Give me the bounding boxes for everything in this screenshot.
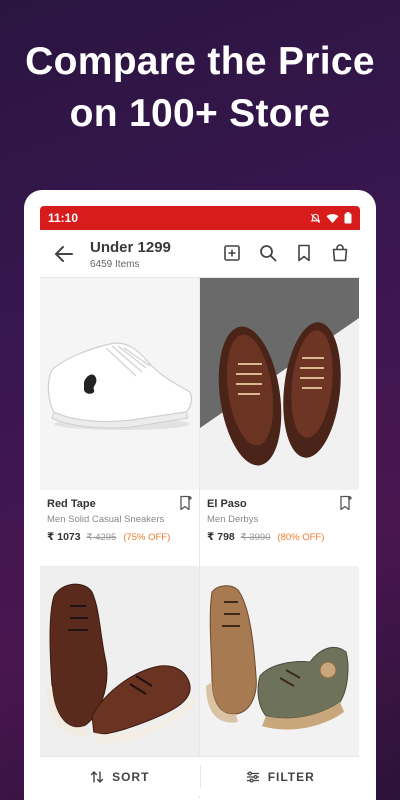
item-count: 6459 Items [90,259,140,270]
product-image[interactable] [40,278,199,490]
product-card-brown-sneakers[interactable] [40,566,199,756]
product-info: El Paso Men Derbys ₹ 798 ₹ 3990 (80% OFF… [200,490,359,564]
product-brand: El Paso [207,498,247,510]
promo-line-2: on 100+ Store [69,92,331,135]
status-bar: 11:10 [40,206,360,230]
phone-frame: 11:10 Under 1299 6459 Items Red Tape Men… [24,190,376,800]
status-time: 11:10 [48,211,79,225]
product-info: Red Tape Men Solid Casual Sneakers ₹ 107… [40,490,199,564]
bookmark-icon[interactable] [294,243,314,263]
high-top-sneaker-image [200,566,359,756]
brown-derby-image [200,278,359,490]
product-price: ₹ 1073 [47,531,81,543]
product-image[interactable] [200,566,359,756]
filter-label: FILTER [267,769,315,784]
product-mrp: ₹ 4295 [86,532,117,543]
price-row: ₹ 798 ₹ 3990 (80% OFF) [207,531,352,543]
add-box-icon[interactable] [222,243,242,263]
app-screen: Under 1299 6459 Items Red Tape Men Solid… [40,230,360,800]
product-discount: (80% OFF) [277,532,325,543]
product-description: Men Solid Casual Sneakers [47,514,165,525]
search-icon[interactable] [258,243,278,263]
price-row: ₹ 1073 ₹ 4295 (75% OFF) [47,531,192,543]
status-icons [310,212,352,224]
brown-sneaker-image [40,566,199,756]
filter-icon [246,770,259,783]
sort-button[interactable]: SORT [40,757,200,796]
sort-icon [90,770,104,783]
product-discount: (75% OFF) [123,532,171,543]
header-actions [222,243,350,263]
product-image[interactable] [200,278,359,490]
product-card-high-top-sneakers[interactable] [200,566,359,756]
page-title: Under 1299 [90,239,171,256]
sort-label: SORT [112,769,150,784]
promo-line-1: Compare the Price [25,40,375,83]
bag-icon[interactable] [330,243,350,263]
mute-icon [310,213,321,223]
product-description: Men Derbys [207,514,259,525]
wishlist-add-icon[interactable] [179,495,193,511]
product-card-red-tape[interactable]: Red Tape Men Solid Casual Sneakers ₹ 107… [40,278,199,564]
app-header: Under 1299 6459 Items [40,230,360,278]
battery-icon [344,212,352,224]
wishlist-add-icon[interactable] [339,495,353,511]
promo-headline: Compare the Price on 100+ Store [0,36,400,140]
product-brand: Red Tape [47,498,96,510]
product-mrp: ₹ 3990 [240,532,271,543]
product-price: ₹ 798 [207,531,235,543]
bottom-action-bar: SORT FILTER [40,756,360,796]
product-image[interactable] [40,566,199,756]
filter-button[interactable]: FILTER [201,757,361,796]
wifi-icon [326,213,339,223]
white-sneaker-image [40,278,199,490]
back-arrow-icon[interactable] [52,242,76,266]
product-card-el-paso[interactable]: El Paso Men Derbys ₹ 798 ₹ 3990 (80% OFF… [200,278,359,564]
